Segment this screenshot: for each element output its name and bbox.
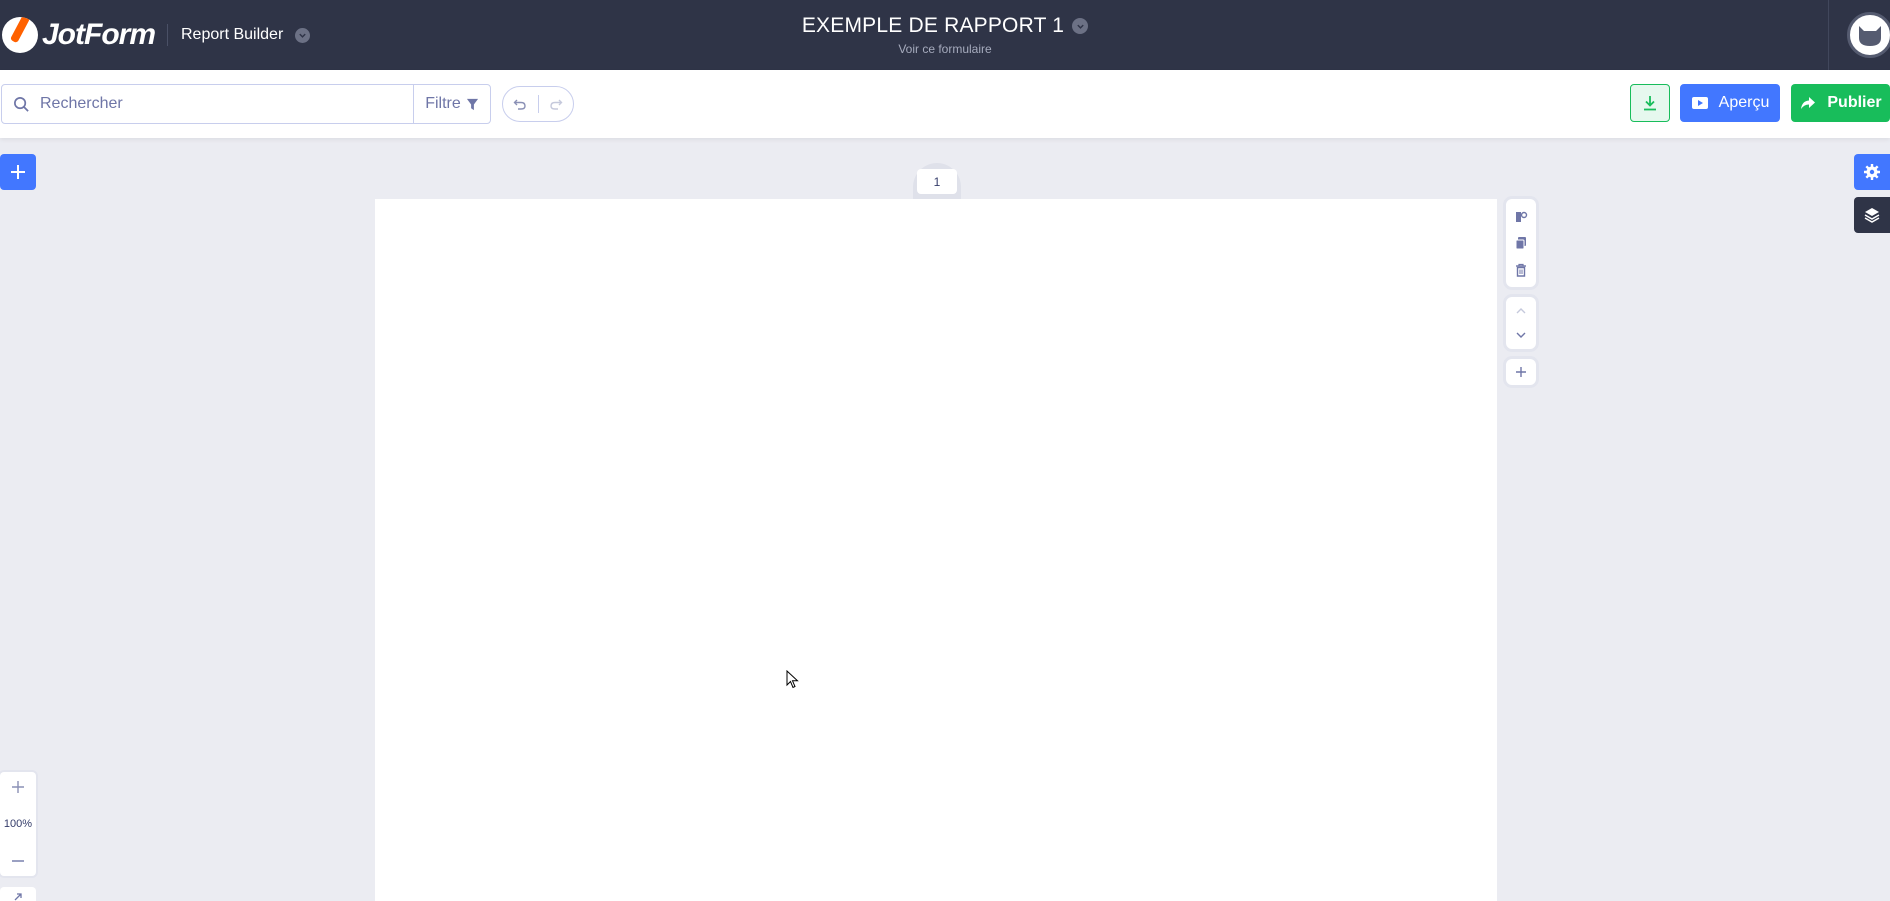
app-switcher-label: Report Builder [181, 26, 284, 43]
search-box: Filtre [1, 84, 491, 124]
plus-icon [1512, 363, 1530, 381]
search-input[interactable] [40, 85, 413, 123]
plus-icon [12, 781, 24, 793]
undo-redo-group [502, 86, 574, 122]
filter-icon [466, 98, 478, 110]
layers-icon [1864, 208, 1880, 223]
page-tools [1506, 199, 1536, 287]
duplicate-page-button[interactable] [1512, 234, 1530, 252]
report-title[interactable]: EXEMPLE DE RAPPORT 1 [801, 14, 1089, 38]
report-title-block: EXEMPLE DE RAPPORT 1 Voir ce formulaire [760, 14, 1130, 56]
copy-icon [1515, 237, 1526, 250]
preview-button[interactable]: Aperçu [1680, 84, 1780, 122]
undo-button[interactable] [503, 87, 538, 121]
play-icon [1691, 97, 1708, 109]
expand-icon [14, 893, 22, 901]
filter-button[interactable]: Filtre [413, 85, 490, 123]
zoom-out-button[interactable] [9, 852, 27, 870]
layers-button[interactable] [1854, 197, 1890, 233]
page-settings-button[interactable] [1512, 208, 1530, 226]
avatar-cat-icon [1859, 26, 1881, 46]
plus-icon [11, 165, 25, 179]
chevron-down-icon [1516, 332, 1526, 338]
zoom-level: 100% [3, 818, 33, 830]
move-page-down-button[interactable] [1512, 326, 1530, 344]
share-arrow-icon [1801, 97, 1816, 109]
page-number[interactable]: 1 [917, 169, 957, 194]
zoom-in-button[interactable] [9, 778, 27, 796]
add-page-button[interactable] [1506, 359, 1536, 385]
avatar[interactable] [1847, 12, 1890, 58]
chevron-down-icon [1072, 18, 1089, 34]
fit-to-screen-button[interactable] [0, 887, 36, 901]
page-move-tools [1506, 297, 1536, 349]
add-element-button[interactable] [0, 154, 36, 190]
navbar-divider [167, 24, 168, 46]
toolbar: Filtre Aperçu Publier [0, 70, 1890, 138]
jotform-logo[interactable]: JotForm [2, 14, 156, 56]
search-icon [2, 85, 40, 123]
undo-icon [513, 99, 526, 110]
gear-icon [1864, 164, 1880, 180]
report-title-text: EXEMPLE DE RAPPORT 1 [801, 14, 1065, 37]
top-navbar: JotForm Report Builder EXEMPLE DE RAPPOR… [0, 0, 1890, 70]
zoom-control: 100% [0, 772, 36, 876]
download-icon [1644, 96, 1656, 111]
minus-icon [12, 860, 24, 862]
redo-icon [550, 99, 563, 110]
delete-page-button[interactable] [1512, 261, 1530, 279]
settings-button[interactable] [1854, 154, 1890, 190]
trash-icon [1516, 263, 1526, 277]
chevron-up-icon [1516, 308, 1526, 314]
move-page-up-button[interactable] [1512, 302, 1530, 320]
download-button[interactable] [1630, 84, 1670, 122]
preview-label: Aperçu [1718, 94, 1770, 111]
filter-label: Filtre [425, 95, 461, 112]
report-page-canvas[interactable] [375, 199, 1497, 901]
mouse-cursor-icon [786, 670, 799, 689]
app-switcher[interactable]: Report Builder [181, 24, 311, 46]
jotform-logo-icon [2, 17, 38, 53]
redo-button[interactable] [539, 87, 574, 121]
logo-text: JotForm [42, 18, 156, 51]
navbar-divider [1828, 0, 1829, 70]
publish-label: Publier [1827, 94, 1882, 111]
publish-button[interactable]: Publier [1791, 84, 1890, 122]
chevron-down-icon [295, 27, 311, 43]
page-settings-icon [1516, 211, 1528, 222]
view-form-link[interactable]: Voir ce formulaire [760, 42, 1130, 56]
